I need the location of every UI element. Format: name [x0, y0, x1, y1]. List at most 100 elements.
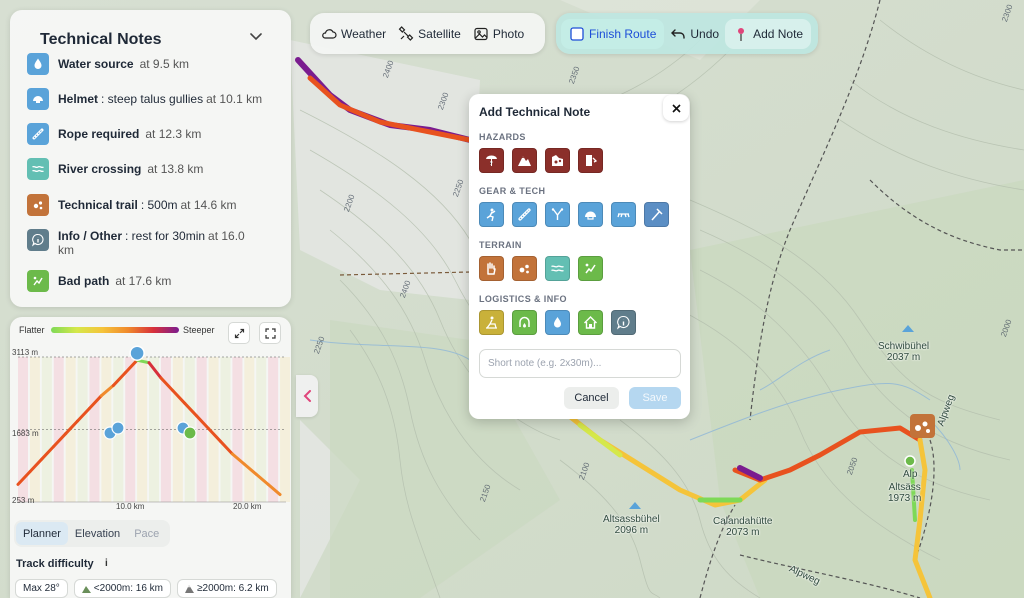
water-drop-tile[interactable]: [545, 310, 570, 335]
scramble-hand-icon: [487, 262, 496, 275]
via-ferrata-tile[interactable]: [545, 202, 570, 227]
finish-route-button[interactable]: Finish Route: [561, 18, 665, 49]
chip-label: <2000m: 16 km: [93, 583, 164, 594]
chevron-down-icon[interactable]: [247, 27, 265, 45]
note-item-water-source[interactable]: Water source at 9.5 km: [27, 53, 277, 75]
note-title: Technical trail: [58, 198, 138, 212]
river-icon: [551, 265, 564, 272]
note-location: at 10.1 km: [206, 92, 263, 106]
exposure-tile[interactable]: [578, 148, 603, 173]
weather-button[interactable]: Weather: [315, 19, 392, 49]
add-technical-note-dialog: Add Technical Note HAZARDS GEAR & TECH T…: [469, 94, 690, 419]
rest-icon: [486, 316, 497, 329]
note-item-technical-trail[interactable]: Technical trail: 500m at 14.6 km: [27, 194, 277, 216]
y-tick-bottom: 253 m: [12, 496, 35, 505]
bad-path-tile[interactable]: [578, 256, 603, 281]
y-tick-mid: 1683 m: [12, 429, 39, 438]
close-button[interactable]: [663, 95, 689, 121]
hut-tile[interactable]: [578, 310, 603, 335]
info-tile[interactable]: [611, 310, 636, 335]
scramble-hand-tile[interactable]: [479, 256, 504, 281]
satellite-button[interactable]: Satellite: [392, 19, 467, 49]
note-location: at 12.3 km: [145, 127, 202, 141]
rocks-tile[interactable]: [512, 256, 537, 281]
note-marker: [111, 421, 125, 435]
tab-elevation[interactable]: Elevation: [68, 522, 127, 545]
mountain-low-icon: [81, 586, 91, 593]
note-item-info[interactable]: Info / Other: rest for 30min at 16.0 km: [27, 229, 277, 257]
note-location: at 13.8 km: [147, 162, 204, 176]
river-tile[interactable]: [545, 256, 570, 281]
section-terrain-label: TERRAIN: [479, 240, 522, 250]
note-item-river-crossing[interactable]: River crossing at 13.8 km: [27, 158, 277, 180]
note-location: at 14.6 km: [180, 198, 237, 212]
chevron-left-icon: [303, 390, 311, 402]
spring-tile[interactable]: [512, 310, 537, 335]
panel-title: Technical Notes: [40, 31, 162, 48]
note-detail: : 500m: [140, 198, 178, 212]
photo-button[interactable]: Photo: [467, 19, 530, 49]
below-2000-chip: <2000m: 16 km: [73, 579, 172, 598]
photo-label: Photo: [492, 26, 525, 41]
weather-label: Weather: [341, 26, 387, 41]
helmet-tile[interactable]: [578, 202, 603, 227]
note-title: Info / Other: [58, 229, 122, 243]
fullscreen-button[interactable]: [259, 322, 281, 344]
rocks-icon: [27, 194, 49, 216]
tab-pace[interactable]: Pace: [127, 522, 166, 545]
map-label-schwibuhel: Schwibühel 2037 m: [878, 341, 930, 363]
short-note-input[interactable]: [479, 349, 681, 378]
via-ferrata-icon: [551, 208, 564, 220]
rest-tile[interactable]: [479, 310, 504, 335]
avalanche-icon: [518, 156, 531, 166]
elevation-tabs: Planner Elevation Pace: [14, 520, 170, 547]
ice-axe-tile[interactable]: [644, 202, 669, 227]
cancel-button[interactable]: Cancel: [564, 387, 619, 409]
mountain-high-icon: [185, 585, 195, 593]
elevation-band: [268, 357, 279, 502]
helmet-icon: [27, 88, 49, 110]
info-icon: [27, 229, 49, 251]
route-toolbar: Finish Route Undo Add Note: [556, 13, 818, 54]
elevation-band: [244, 357, 255, 502]
note-item-helmet[interactable]: Helmet: steep talus gullies at 10.1 km: [27, 88, 277, 110]
rope-tile[interactable]: [512, 202, 537, 227]
avalanche-tile[interactable]: [512, 148, 537, 173]
bad-path-icon: [585, 263, 596, 274]
terrain-row: [479, 256, 603, 281]
difficulty-chips: Max 28° <2000m: 16 km ≥2000m: 6.2 km: [15, 579, 277, 598]
above-2000-chip: ≥2000m: 6.2 km: [177, 579, 277, 598]
legend-flatter-label: Flatter: [19, 325, 45, 335]
elevation-chart[interactable]: 3113 m 1683 m 253 m 10.0 km 20.0 km: [10, 345, 291, 515]
hazards-row: [479, 148, 603, 173]
add-note-button[interactable]: Add Note: [725, 18, 812, 49]
tab-planner[interactable]: Planner: [16, 522, 68, 545]
fullscreen-icon: [264, 327, 276, 339]
logistics-row: [479, 310, 636, 335]
expand-chart-button[interactable]: [228, 322, 250, 344]
note-item-bad-path[interactable]: Bad path at 17.6 km: [27, 270, 277, 292]
lightning-tile[interactable]: [479, 148, 504, 173]
diagonal-expand-icon: [234, 328, 244, 338]
rockfall-tile[interactable]: [545, 148, 570, 173]
bad-path-icon: [27, 270, 49, 292]
peak-marker: [129, 345, 145, 361]
river-icon: [27, 158, 49, 180]
save-button[interactable]: Save: [629, 387, 681, 409]
chip-label: Max 28°: [23, 583, 60, 594]
note-detail: : steep talus gullies: [101, 92, 204, 106]
rope-icon: [27, 123, 49, 145]
undo-button[interactable]: Undo: [664, 19, 725, 49]
crampons-tile[interactable]: [611, 202, 636, 227]
elevation-band: [220, 357, 231, 502]
note-location: at 17.6 km: [115, 274, 172, 288]
collapse-panel-handle[interactable]: [296, 375, 318, 417]
pin-icon: [738, 27, 745, 41]
note-title: Water source: [58, 57, 134, 71]
y-tick-top: 3113 m: [12, 348, 38, 357]
note-item-rope[interactable]: Rope required at 12.3 km: [27, 123, 277, 145]
climbing-tile[interactable]: [479, 202, 504, 227]
gear-row: [479, 202, 669, 227]
add-note-label: Add Note: [753, 26, 804, 41]
info-icon[interactable]: i: [105, 558, 108, 569]
